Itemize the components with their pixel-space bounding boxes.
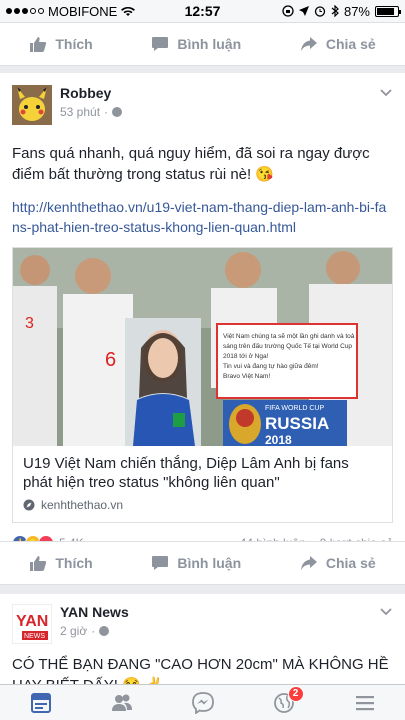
chevron-down-icon[interactable] xyxy=(379,85,393,99)
compass-icon xyxy=(23,499,35,511)
avatar[interactable] xyxy=(12,85,52,125)
post-meta: 2 giờ · xyxy=(60,624,379,638)
post-actions: Thích Bình luận Chia sẻ xyxy=(0,541,405,585)
like-button[interactable]: Thích xyxy=(29,35,93,53)
post-meta: 53 phút · xyxy=(60,105,379,119)
tab-messenger[interactable] xyxy=(190,690,216,716)
location-icon xyxy=(298,6,309,16)
news-feed-icon xyxy=(30,692,51,713)
fifa-label: FIFA WORLD CUP xyxy=(265,405,324,412)
tab-friend-requests[interactable] xyxy=(109,690,135,716)
russia-label: RUSSIA xyxy=(265,414,329,433)
author-name[interactable]: Robbey xyxy=(60,85,379,101)
share-label: Chia sẻ xyxy=(325,36,376,52)
post-time[interactable]: 2 giờ xyxy=(60,624,87,638)
post-url-link[interactable]: http://kenhthethao.vn/u19-viet-nam-thang… xyxy=(0,185,405,237)
hamburger-menu-icon xyxy=(355,695,374,710)
battery-icon xyxy=(375,5,401,17)
status-left: MOBIFONE xyxy=(6,4,156,19)
status-line: sáng trên đấu trường Quốc Tế tại World C… xyxy=(223,341,352,350)
share-button[interactable]: Chia sẻ xyxy=(300,554,376,572)
wifi-icon xyxy=(121,6,136,16)
tab-notifications[interactable]: 2 xyxy=(271,685,304,716)
share-button[interactable]: Chia sẻ xyxy=(300,35,376,53)
lock-rotation-icon xyxy=(282,5,294,17)
jersey-number: 3 xyxy=(25,315,34,332)
source-domain: kenhthethao.vn xyxy=(41,498,124,512)
bottom-tab-bar: 2 xyxy=(0,684,405,720)
bluetooth-icon xyxy=(331,5,339,17)
like-label: Thích xyxy=(55,555,93,571)
post-text: Fans quá nhanh, quá nguy hiểm, đã soi ra… xyxy=(12,145,370,183)
clock: 12:57 xyxy=(184,3,221,19)
avatar-logo-sub: NEWS xyxy=(24,633,45,640)
status-bar: MOBIFONE 12:57 87% xyxy=(0,0,405,22)
post-text: CÓ THỂ BẠN ĐANG "CAO HƠN 20cm" MÀ KHÔNG … xyxy=(12,656,389,684)
link-preview-title: U19 Việt Nam chiến thắng, Diệp Lâm Anh b… xyxy=(23,455,349,491)
like-button[interactable]: Thích xyxy=(29,554,93,572)
notification-badge: 2 xyxy=(287,685,304,702)
post-header: Robbey 53 phút · xyxy=(0,73,405,125)
link-preview-body: U19 Việt Nam chiến thắng, Diệp Lâm Anh b… xyxy=(13,446,392,522)
status-line: Tin vui và đang tự hào giữa đêm! xyxy=(223,363,319,370)
messenger-icon xyxy=(191,691,214,714)
comment-button[interactable]: Bình luận xyxy=(151,554,241,572)
tab-news-feed[interactable] xyxy=(28,690,54,716)
like-label: Thích xyxy=(55,36,93,52)
share-label: Chia sẻ xyxy=(325,555,376,571)
status-line: 2018 tới ở Nga! xyxy=(223,352,269,360)
avatar-logo-text: YAN xyxy=(16,613,48,630)
share-icon xyxy=(300,37,317,51)
tab-menu[interactable] xyxy=(352,690,378,716)
comment-label: Bình luận xyxy=(177,555,242,571)
post-header: YAN NEWS YAN News 2 giờ · xyxy=(0,594,405,645)
status-line: Việt Nam chúng ta sẽ một lần ghi danh và… xyxy=(223,331,355,340)
previous-post-actions: Thích Bình luận Chia sẻ xyxy=(0,22,405,66)
status-line: Bravo Việt Nam! xyxy=(223,373,270,380)
chevron-down-icon[interactable] xyxy=(379,604,393,618)
year-label: 2018 xyxy=(265,433,292,446)
link-preview-card[interactable]: 6 3 Việt Nam chúng ta sẽ một lần ghi dan… xyxy=(12,247,393,523)
link-preview-image: 6 3 Việt Nam chúng ta sẽ một lần ghi dan… xyxy=(13,248,392,446)
post-robbey: Robbey 53 phút · Fans quá nhanh, quá ngu… xyxy=(0,73,405,577)
globe-icon xyxy=(112,107,123,117)
post-yan-news: YAN NEWS YAN News 2 giờ · CÓ THỂ BẠN ĐANG… xyxy=(0,594,405,684)
globe-icon xyxy=(99,626,110,636)
comment-icon xyxy=(152,37,169,51)
thumbs-up-icon xyxy=(30,37,47,52)
share-icon xyxy=(300,556,317,570)
jersey-number: 6 xyxy=(105,349,116,371)
thumbs-up-icon xyxy=(30,556,47,571)
comment-label: Bình luận xyxy=(177,36,242,52)
post-time[interactable]: 53 phút xyxy=(60,105,100,119)
link-preview-source: kenhthethao.vn xyxy=(23,498,382,512)
battery-percent: 87% xyxy=(343,3,370,19)
friends-icon xyxy=(111,694,132,711)
status-right: 87% xyxy=(249,3,401,19)
avatar[interactable]: YAN NEWS xyxy=(11,603,53,645)
signal-icon xyxy=(6,8,44,14)
alarm-icon xyxy=(314,6,326,17)
comment-icon xyxy=(152,556,169,570)
battery-level xyxy=(377,7,395,15)
comment-button[interactable]: Bình luận xyxy=(151,35,241,53)
author-name[interactable]: YAN News xyxy=(60,604,379,620)
carrier-name: MOBIFONE xyxy=(48,3,118,19)
